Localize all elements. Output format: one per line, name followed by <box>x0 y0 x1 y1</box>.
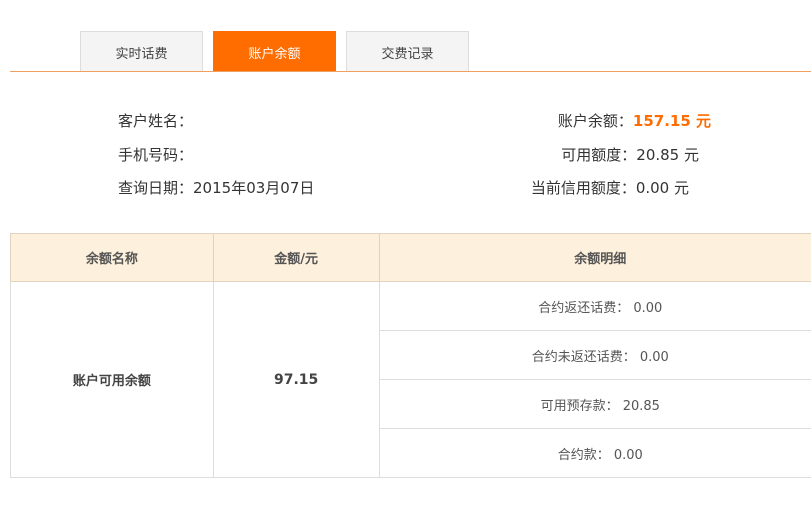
table-header-row: 余额名称 金额/元 余额明细 <box>10 233 811 282</box>
balance-amount-cell: 97.15 <box>212 281 380 478</box>
credit-limit-row: 当前信用额度：0.00 元 <box>531 177 689 199</box>
account-info: 客户姓名： 手机号码： 查询日期：2015年03月07日 账户余额：157.15… <box>0 100 811 210</box>
detail-contract-returned: 合约返还话费： 0.00 <box>378 281 811 331</box>
tab-realtime-charges[interactable]: 实时话费 <box>80 31 203 72</box>
header-amount: 金额/元 <box>212 233 380 282</box>
account-balance-page: 实时话费 账户余额 交费记录 客户姓名： 手机号码： 查询日期：2015年03月… <box>0 0 811 505</box>
header-balance-details: 余额明细 <box>378 233 811 282</box>
phone-number-label: 手机号码： <box>118 146 194 164</box>
tab-account-balance[interactable]: 账户余额 <box>213 31 336 72</box>
available-amount-row: 可用额度：20.85 元 <box>561 144 699 166</box>
tab-payment-records[interactable]: 交费记录 <box>346 31 469 72</box>
customer-name-row: 客户姓名： <box>118 110 193 132</box>
account-balance-value: 157.15 元 <box>632 112 711 130</box>
balance-table: 余额名称 金额/元 余额明细 账户可用余额 97.15 合约返还话费： 0.00… <box>10 233 811 478</box>
tab-underline <box>10 71 811 72</box>
available-amount-value: 20.85 元 <box>636 146 699 164</box>
phone-number-row: 手机号码： <box>118 144 193 166</box>
detail-contract-unreturned: 合约未返还话费： 0.00 <box>378 330 811 380</box>
tab-bar: 实时话费 账户余额 交费记录 <box>0 0 811 73</box>
query-date-label: 查询日期： <box>118 179 194 197</box>
header-balance-name: 余额名称 <box>10 233 214 282</box>
balance-name-cell: 账户可用余额 <box>10 281 214 478</box>
credit-limit-value: 0.00 元 <box>635 179 689 197</box>
detail-contract-payment: 合约款： 0.00 <box>378 428 811 478</box>
detail-available-deposit: 可用预存款： 20.85 <box>378 379 811 429</box>
account-balance-row: 账户余额：157.15 元 <box>558 110 711 132</box>
account-balance-label: 账户余额： <box>557 112 633 130</box>
available-amount-label: 可用额度： <box>561 146 637 164</box>
table-row: 账户可用余额 97.15 合约返还话费： 0.00 <box>10 281 811 478</box>
query-date-value: 2015年03月07日 <box>193 179 315 197</box>
customer-name-label: 客户姓名： <box>118 112 194 130</box>
credit-limit-label: 当前信用额度： <box>530 179 636 197</box>
query-date-row: 查询日期：2015年03月07日 <box>118 177 314 199</box>
